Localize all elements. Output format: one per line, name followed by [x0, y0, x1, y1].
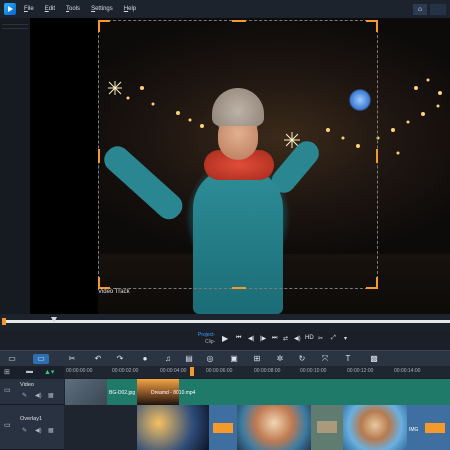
mode-clip[interactable]: Clip-	[198, 339, 215, 346]
resize-handle[interactable]	[98, 277, 110, 289]
tick-label: 00:00:06:00	[206, 368, 233, 374]
timeline-toolbar: ▭ ▭ ✂ ↶ ↷ ● ♫ ▤ ◎ ▣ ⊞ ✲ ↻ ⤧ T ▩	[0, 350, 450, 366]
sound-mixer-icon[interactable]: ♫	[162, 354, 174, 364]
lock-icon[interactable]: ✎	[22, 392, 27, 399]
undo-icon[interactable]: ↶	[92, 354, 104, 364]
text-icon[interactable]: T	[342, 354, 354, 364]
overlay-clip[interactable]: IMG	[407, 405, 421, 450]
video-clip-image[interactable]: BG-D02.jpg	[65, 379, 137, 405]
overlay-clip[interactable]	[343, 405, 407, 450]
menu-help[interactable]: Help	[124, 6, 136, 12]
timeline-view-icon[interactable]: ▭	[33, 354, 49, 364]
timeline-ruler[interactable]: ⊞ ▬ ▲▾ 00:00:00:00 00:00:02:00 00:00:04:…	[0, 366, 450, 378]
mute-icon[interactable]: ◀)	[35, 392, 42, 399]
overlay-clip[interactable]	[237, 405, 311, 450]
tick-label: 00:00:00:00	[66, 368, 93, 374]
resize-handle[interactable]	[376, 149, 378, 163]
overlay-track-icon: ▭	[4, 422, 11, 429]
resize-handle[interactable]	[98, 149, 100, 163]
resize-handle[interactable]	[98, 20, 110, 32]
grid-icon[interactable]: ▦	[48, 392, 54, 399]
preview-window[interactable]: Video Track	[30, 18, 450, 314]
crop-frame[interactable]	[98, 20, 378, 289]
resize-handle[interactable]	[232, 20, 246, 22]
ruler-tools: ⊞ ▬ ▲▾	[0, 366, 64, 378]
track-manager-icon[interactable]: ▲▾	[44, 368, 54, 376]
overlay-track-header: ▭ Overlay1 ✎ ◀) ▦	[0, 405, 64, 450]
snapshot-icon[interactable]: ✂	[318, 335, 323, 342]
end-icon[interactable]: ⏭	[272, 335, 277, 342]
tick-label: 00:00:14:00	[394, 368, 421, 374]
overlay-clip[interactable]	[137, 405, 209, 450]
menu-settings[interactable]: Settings	[91, 6, 113, 12]
mode-selector[interactable]: Project- Clip-	[198, 332, 215, 346]
library-panel-collapsed	[0, 18, 30, 318]
menu-bar: File Edit Tools Settings Help ⌂	[0, 0, 450, 18]
tick-label: 00:00:08:00	[254, 368, 281, 374]
resize-handle[interactable]	[366, 277, 378, 289]
repeat-icon[interactable]: ⇄	[283, 335, 288, 342]
mode-project[interactable]: Project-	[198, 332, 215, 339]
transition-clip[interactable]	[209, 405, 237, 450]
scrub-track[interactable]	[4, 320, 450, 323]
previous-frame-icon[interactable]: ◀|	[248, 335, 254, 342]
clip-label: Dreamd - 8010.mp4	[151, 390, 196, 396]
tick-label: 00:00:04:00	[160, 368, 187, 374]
subtitle-editor-icon[interactable]: ▣	[228, 354, 240, 364]
menu-file[interactable]: File	[24, 6, 34, 12]
playback-controls: Project- Clip- ▶ ⏮ ◀| |▶ ⏭ ⇄ ◀) HD ✂ ⤢ ▾	[0, 330, 450, 348]
volume-icon[interactable]: ◀)	[294, 335, 301, 342]
video-track-icon: ▭	[4, 387, 11, 394]
auto-music-icon[interactable]: ▤	[183, 354, 195, 364]
video-track-name: Video	[20, 382, 34, 388]
ripple-icon[interactable]: ▬	[26, 368, 33, 375]
home-icon[interactable]: ⌂	[413, 4, 427, 15]
mask-creator-icon[interactable]: ⤧	[319, 354, 331, 364]
motion-tracking-icon[interactable]: ◎	[204, 354, 216, 364]
resize-handle[interactable]	[366, 20, 378, 32]
hd-toggle[interactable]: HD	[305, 335, 314, 341]
clip-label: IMG	[409, 427, 419, 433]
add-track-icon[interactable]: ⊞	[4, 368, 10, 376]
tools-icon[interactable]: ✂	[66, 354, 78, 364]
menu-tools[interactable]: Tools	[66, 6, 80, 12]
overlay-track-name: Overlay1	[20, 416, 43, 422]
next-frame-icon[interactable]: |▶	[260, 335, 266, 342]
window-button[interactable]	[430, 4, 446, 15]
playhead[interactable]	[190, 367, 194, 376]
app-logo-icon	[4, 3, 16, 15]
grid-icon[interactable]: ▦	[48, 427, 54, 434]
home-start-icon[interactable]: ⏮	[236, 335, 241, 342]
lock-icon[interactable]: ✎	[22, 427, 27, 434]
overlay-clip[interactable]	[311, 405, 343, 450]
tick-label: 00:00:02:00	[112, 368, 139, 374]
preview-scrubber[interactable]	[0, 314, 450, 330]
menu-edit[interactable]: Edit	[45, 6, 55, 12]
tick-label: 00:00:12:00	[347, 368, 374, 374]
video-track: ▭ Video ✎ ◀) ▦ BG-D02.jpg Dreamd - 8010.…	[0, 379, 450, 405]
multi-trim-icon[interactable]: ⊞	[251, 354, 263, 364]
transition-clip[interactable]	[421, 405, 450, 450]
dropdown-icon[interactable]: ▾	[344, 335, 347, 342]
time-remap-icon[interactable]: ↻	[296, 354, 308, 364]
record-capture-icon[interactable]: ●	[139, 354, 151, 364]
resize-handle[interactable]	[232, 287, 246, 289]
trim-marker[interactable]	[2, 318, 6, 325]
overlay-track: ▭ Overlay1 ✎ ◀) ▦ IMG	[0, 405, 450, 450]
split-screen-icon[interactable]: ✲	[274, 354, 286, 364]
mute-icon[interactable]: ◀)	[35, 427, 42, 434]
clip-label: BG-D02.jpg	[109, 390, 136, 396]
storyboard-view-icon[interactable]: ▭	[6, 354, 18, 364]
tick-label: 00:00:10:00	[300, 368, 327, 374]
redo-icon[interactable]: ↷	[114, 354, 126, 364]
frame-track-label: Video Track	[98, 289, 130, 295]
play-icon[interactable]: ▶	[222, 334, 228, 343]
enlarge-icon[interactable]: ⤢	[331, 335, 336, 342]
export-icon[interactable]: ▩	[368, 354, 380, 364]
video-clip-video[interactable]: Dreamd - 8010.mp4	[137, 379, 450, 405]
video-track-header: ▭ Video ✎ ◀) ▦	[0, 379, 64, 405]
